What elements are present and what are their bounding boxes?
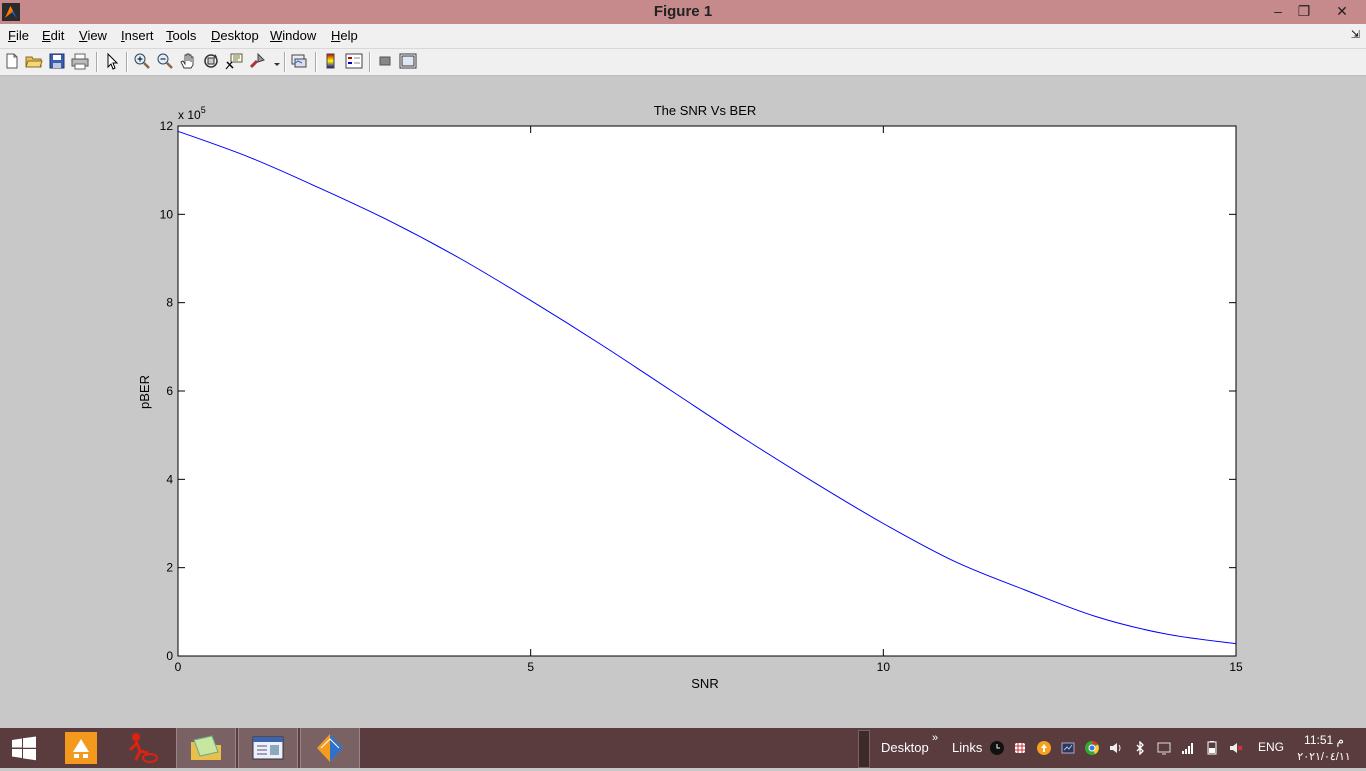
- undock-arrow-icon[interactable]: ⇲: [1351, 28, 1360, 41]
- clock-time[interactable]: 11:51 م: [1300, 733, 1348, 747]
- links-toolbar-label[interactable]: Links: [952, 740, 982, 755]
- save-icon[interactable]: [48, 52, 66, 70]
- menu-bar: File Edit View Insert Tools Desktop Wind…: [0, 24, 1366, 49]
- volume-icon[interactable]: [1109, 741, 1123, 755]
- taskbar-app-figure-icon[interactable]: [114, 728, 172, 768]
- y-tick-label: 4: [166, 472, 173, 486]
- toolbar-separator: [369, 52, 371, 72]
- taskbar-app-network-icon[interactable]: [52, 728, 110, 768]
- taskbar-app-document-icon[interactable]: [238, 728, 298, 768]
- open-file-icon[interactable]: [25, 52, 43, 70]
- start-button[interactable]: [0, 728, 48, 768]
- menu-desktop[interactable]: Desktop: [211, 28, 259, 43]
- toolbar-separator: [284, 52, 286, 72]
- battery-icon[interactable]: [1205, 741, 1219, 755]
- windows-taskbar: Desktop » Links ENG 11:51 م ٢٠٢١/٠٤/١١: [0, 728, 1366, 768]
- close-button[interactable]: ✕: [1326, 0, 1358, 22]
- desktop-toolbar-label[interactable]: Desktop: [881, 740, 929, 755]
- toolbar-separator: [96, 52, 98, 72]
- menu-tools[interactable]: Tools: [166, 28, 196, 43]
- figure-toolbar: [0, 49, 1366, 76]
- plot-area: 0 5 10 15024681012 The SNR Vs BER SNR pBER …: [137, 103, 1243, 691]
- new-figure-icon[interactable]: [3, 52, 21, 70]
- window-title: Figure 1: [653, 3, 713, 20]
- network-app-tray-icon[interactable]: [1061, 741, 1075, 755]
- action-center-icon[interactable]: [1157, 741, 1171, 755]
- brush-dropdown-icon[interactable]: [268, 52, 280, 70]
- show-plot-tools-icon[interactable]: [399, 52, 417, 70]
- toolbar-separator: [126, 52, 128, 72]
- menu-insert[interactable]: Insert: [121, 28, 154, 43]
- clock-date[interactable]: ٢٠٢١/٠٤/١١: [1296, 750, 1352, 763]
- toolbar-separator: [315, 52, 317, 72]
- x-tick-label: 0: [175, 660, 182, 674]
- x-tick-label: 15: [1229, 660, 1243, 674]
- figure-canvas: 0 5 10 15 0 2 4 6 8 10 12 The SNR Vs BER SNR pBER …: [0, 76, 1366, 728]
- x-tick-label: 10: [877, 660, 891, 674]
- y-axis-label: pBER: [137, 375, 152, 409]
- update-tray-icon[interactable]: [1037, 741, 1051, 755]
- menu-window[interactable]: Window: [270, 28, 316, 43]
- taskbar-app-explorer-icon[interactable]: [176, 728, 236, 768]
- rotate-3d-icon[interactable]: [202, 52, 220, 70]
- toolbar-grip[interactable]: [858, 730, 870, 768]
- y-tick-label: 0: [166, 649, 173, 663]
- window-title-bar: Figure 1 – ❐ ✕: [0, 0, 1366, 24]
- chrome-tray-icon[interactable]: [1085, 741, 1099, 755]
- menu-view[interactable]: View: [79, 28, 107, 43]
- zoom-in-icon[interactable]: [133, 52, 151, 70]
- menu-edit[interactable]: Edit: [42, 28, 64, 43]
- x-tick-label: 5: [527, 660, 534, 674]
- legend-icon[interactable]: [345, 52, 363, 70]
- y-exponent-label: x 105: [178, 105, 206, 122]
- y-tick-label: 6: [166, 384, 173, 398]
- colorbar-icon[interactable]: [322, 52, 340, 70]
- toolbar-chevron[interactable]: »: [932, 732, 938, 744]
- pan-icon[interactable]: [179, 52, 197, 70]
- link-plot-icon[interactable]: [290, 52, 308, 70]
- chart-title: The SNR Vs BER: [654, 103, 757, 118]
- brush-icon[interactable]: [248, 52, 266, 70]
- edit-plot-icon[interactable]: [103, 52, 121, 70]
- y-tick-label: 8: [166, 296, 173, 310]
- restore-button[interactable]: ❐: [1290, 0, 1318, 22]
- y-tick-label: 12: [160, 119, 174, 133]
- print-icon[interactable]: [71, 52, 89, 70]
- taskbar-app-matlab-icon[interactable]: [300, 728, 360, 768]
- hide-plot-tools-icon[interactable]: [376, 52, 394, 70]
- input-language-indicator[interactable]: ENG: [1258, 740, 1284, 754]
- y-tick-label: 10: [160, 207, 174, 221]
- x-axis-label: SNR: [691, 676, 718, 691]
- menu-help[interactable]: Help: [331, 28, 358, 43]
- slack-tray-icon[interactable]: [1013, 741, 1027, 755]
- zoom-out-icon[interactable]: [156, 52, 174, 70]
- clock-app-icon[interactable]: [990, 741, 1004, 755]
- bluetooth-icon[interactable]: [1133, 740, 1147, 756]
- speaker-muted-icon[interactable]: [1229, 741, 1243, 755]
- wifi-signal-icon[interactable]: [1181, 741, 1195, 755]
- y-tick-label: 2: [166, 561, 173, 575]
- axes-background[interactable]: [177, 125, 1237, 657]
- menu-file[interactable]: File: [8, 28, 29, 43]
- minimize-button[interactable]: –: [1264, 0, 1292, 22]
- data-cursor-icon[interactable]: [225, 52, 243, 70]
